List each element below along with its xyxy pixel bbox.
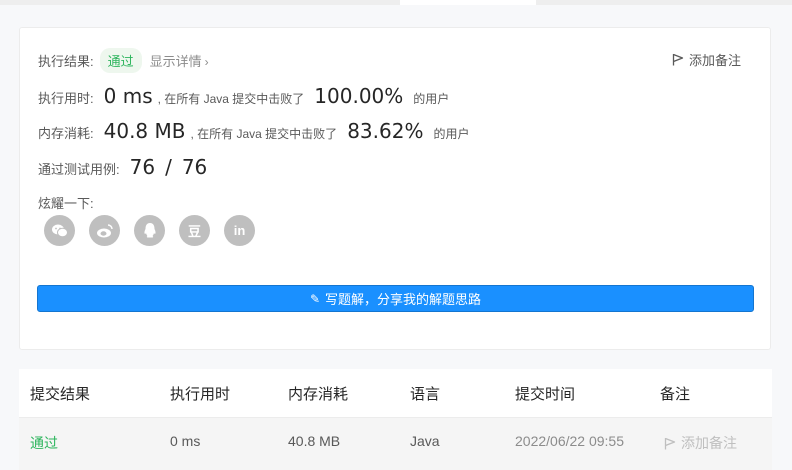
tab-left[interactable] [0, 0, 400, 5]
table-header: 提交结果 执行用时 内存消耗 语言 提交时间 备注 [19, 369, 772, 418]
qq-icon[interactable] [134, 215, 165, 246]
header-result: 提交结果 [30, 386, 91, 403]
linkedin-icon[interactable]: in [224, 215, 255, 246]
table-row[interactable]: 通过 0 ms 40.8 MB Java 2022/06/22 09:55 添加… [19, 418, 772, 470]
row-add-note-button[interactable]: 添加备注 [664, 433, 737, 453]
flag-icon [672, 53, 684, 66]
header-memory: 内存消耗 [288, 386, 349, 403]
memory-suffix: 的用户 [433, 127, 470, 141]
row-add-note-label: 添加备注 [681, 435, 737, 451]
memory-value: 40.8 MB [103, 119, 186, 143]
runtime-suffix: 的用户 [413, 92, 450, 106]
runtime-label: 执行用时: [38, 91, 94, 106]
share-label: 炫耀一下: [38, 196, 94, 211]
tab-active[interactable] [400, 0, 536, 5]
testcase-passed: 76 [129, 155, 156, 179]
add-note-label: 添加备注 [688, 53, 741, 68]
header-runtime: 执行用时 [170, 386, 231, 403]
row-result-link[interactable]: 通过 [30, 433, 58, 453]
wechat-icon[interactable] [44, 215, 75, 246]
show-detail-link[interactable]: 显示详情 › [150, 51, 209, 70]
header-language: 语言 [410, 386, 441, 403]
header-note: 备注 [660, 386, 691, 403]
status-label: 执行结果: [38, 54, 94, 69]
tab-right[interactable] [536, 0, 792, 5]
write-solution-button[interactable]: ✎ 写题解，分享我的解题思路 [37, 285, 754, 312]
runtime-mid-text: , 在所有 Java 提交中击败了 [157, 92, 305, 106]
testcase-total: 76 [181, 155, 208, 179]
status-badge: 通过 [99, 48, 142, 73]
result-card: 执行结果: 通过 显示详情 › 添加备注 执行用时: 0 ms , 在所有 Jav… [19, 27, 771, 350]
testcase-row: 通过测试用例: 76 / 76 [38, 155, 207, 179]
runtime-row: 执行用时: 0 ms , 在所有 Java 提交中击败了 100.00% 的用户 [38, 84, 449, 108]
show-detail-text: 显示详情 [149, 54, 202, 69]
memory-row: 内存消耗: 40.8 MB , 在所有 Java 提交中击败了 83.62% 的… [38, 119, 469, 143]
memory-percent: 83.62% [347, 119, 424, 143]
testcase-sep: / [165, 155, 172, 179]
row-memory: 40.8 MB [288, 433, 341, 449]
row-runtime: 0 ms [170, 433, 201, 449]
memory-mid-text: , 在所有 Java 提交中击败了 [190, 127, 338, 141]
submissions-table: 提交结果 执行用时 内存消耗 语言 提交时间 备注 通过 0 ms 40.8 M… [19, 369, 772, 470]
row-time: 2022/06/22 09:55 [515, 433, 624, 449]
memory-label: 内存消耗: [38, 126, 94, 141]
weibo-icon[interactable] [89, 215, 120, 246]
add-note-button[interactable]: 添加备注 [672, 50, 741, 69]
row-language: Java [410, 433, 440, 449]
share-buttons: 豆 in [44, 215, 269, 246]
status-row: 执行结果: 通过 显示详情 › [38, 48, 209, 73]
write-solution-label: 写题解，分享我的解题思路 [325, 292, 482, 307]
pencil-icon: ✎ [309, 291, 321, 306]
flag-icon [664, 437, 676, 449]
testcase-label: 通过测试用例: [38, 162, 120, 177]
chevron-right-icon: › [204, 55, 209, 69]
runtime-percent: 100.00% [314, 84, 404, 108]
header-time: 提交时间 [515, 386, 576, 403]
douban-icon[interactable]: 豆 [179, 215, 210, 246]
runtime-value: 0 ms [103, 84, 153, 108]
tab-bar [0, 0, 792, 5]
